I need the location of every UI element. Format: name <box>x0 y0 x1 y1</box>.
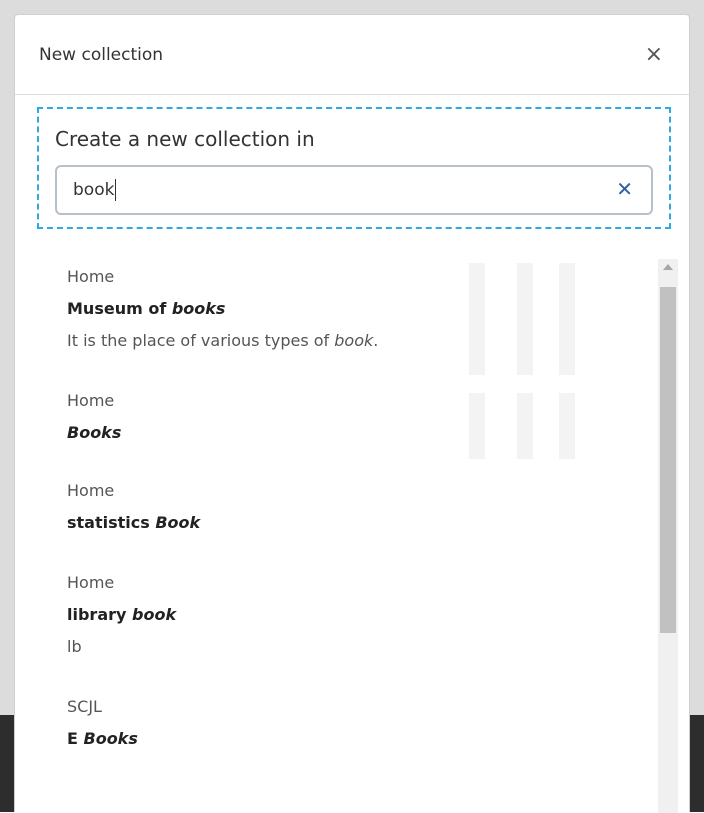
result-description: lb <box>67 637 82 656</box>
text-caret <box>115 179 117 201</box>
modal-title: New collection <box>39 44 164 65</box>
result-item[interactable]: Home statistics Book <box>67 481 627 533</box>
result-path: Home <box>67 573 115 592</box>
results-list: Home Museum of books It is the place of va… <box>67 267 627 749</box>
result-path: Home <box>67 267 115 286</box>
collection-search-input[interactable]: book <box>73 180 114 200</box>
modal-header: New collection × <box>15 15 689 95</box>
result-item[interactable]: Home Museum of books It is the place of va… <box>67 267 627 351</box>
result-path: SCJL <box>67 697 102 716</box>
target-section-label: Create a new collection in <box>55 127 315 151</box>
result-item[interactable]: Home Books <box>67 391 627 443</box>
background-panel-right <box>690 715 704 812</box>
result-item[interactable]: SCJL E Books <box>67 697 627 749</box>
result-path: Home <box>67 391 115 410</box>
new-collection-modal: New collection × Create a new collection… <box>14 14 690 813</box>
result-title: Books <box>67 423 122 442</box>
background-panel-left <box>0 715 14 812</box>
result-title: library book <box>67 605 177 624</box>
scroll-up-arrow-icon[interactable] <box>663 264 673 270</box>
results-scrollbar[interactable] <box>658 259 678 813</box>
result-title: E Books <box>67 729 138 748</box>
result-title: Museum of books <box>67 299 226 318</box>
result-title: statistics Book <box>67 513 201 532</box>
collection-search-field[interactable]: book ✕ <box>55 165 653 215</box>
close-icon[interactable]: × <box>641 40 667 70</box>
result-item[interactable]: Home library book lb <box>67 573 627 657</box>
result-path: Home <box>67 481 115 500</box>
result-description: It is the place of various types of book… <box>67 331 379 350</box>
collection-target-dropzone: Create a new collection in book ✕ <box>37 107 671 229</box>
search-results-panel: Home Museum of books It is the place of va… <box>37 247 679 813</box>
clear-search-icon[interactable]: ✕ <box>616 179 633 199</box>
scrollbar-thumb[interactable] <box>660 287 676 633</box>
